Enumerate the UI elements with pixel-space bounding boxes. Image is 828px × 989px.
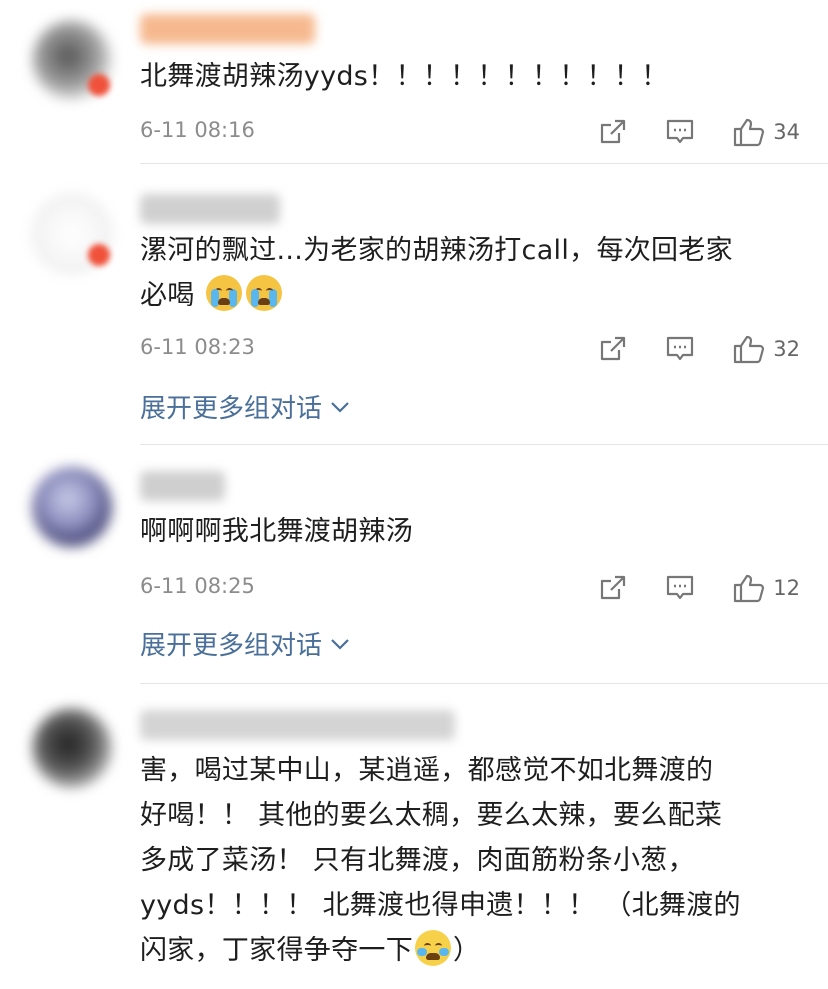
avatar[interactable] <box>32 467 112 547</box>
crying-emoji-icon <box>205 275 242 311</box>
thumbs-up-icon <box>734 118 765 147</box>
laughing-tears-emoji-icon <box>415 930 451 966</box>
like-button[interactable]: 32 <box>733 334 800 364</box>
comment-text-segment: 闪家，丁家得争夺一下 <box>140 935 413 966</box>
share-icon <box>601 575 626 600</box>
share-button[interactable] <box>599 336 627 362</box>
comment-icon <box>667 119 694 144</box>
chevron-down-icon <box>331 638 349 650</box>
crying-emoji-icon <box>245 275 282 311</box>
comment-meta: 6-11 08:25 12 <box>140 568 800 608</box>
expand-replies-label: 展开更多组对话 <box>140 394 323 424</box>
comment-icon <box>667 575 694 600</box>
reply-button[interactable] <box>665 335 695 363</box>
comment-text-line: 好喝！！ 其他的要么太稠，要么太辣，要么配菜 <box>140 800 723 831</box>
share-button[interactable] <box>599 119 627 145</box>
comment-icon <box>667 336 694 361</box>
comment-actions: 12 <box>561 568 800 608</box>
like-count: 32 <box>773 337 800 361</box>
comment-text: 漯河的飘过...为老家的胡辣汤打call，每次回老家 必喝 <box>140 228 805 318</box>
comment-text-line: 害，喝过某中山，某逍遥，都感觉不如北舞渡的 <box>140 755 714 786</box>
comment-text-line: 必喝 <box>140 273 805 318</box>
comment-meta: 6-11 08:16 34 <box>140 112 800 152</box>
verified-badge-icon <box>88 244 110 266</box>
comment-time: 6-11 08:25 <box>140 574 255 598</box>
avatar[interactable] <box>32 708 112 788</box>
comment-text-line: 闪家，丁家得争夺一下 ） <box>140 928 805 973</box>
nickname[interactable] <box>140 710 455 740</box>
comment-actions: 34 <box>561 112 800 152</box>
reply-button[interactable] <box>665 574 695 602</box>
share-icon <box>601 119 626 144</box>
chevron-down-icon <box>331 401 349 413</box>
comment-text: 北舞渡胡辣汤yyds！！！！！！！！！！！ <box>140 61 669 92</box>
like-count: 12 <box>773 576 800 600</box>
comment-actions: 32 <box>561 329 800 369</box>
comment-text-line: yyds！！！！ 北舞渡也得申遗！！！ （北舞渡的 <box>140 890 741 921</box>
comment-text: 害，喝过某中山，某逍遥，都感觉不如北舞渡的 好喝！！ 其他的要么太稠，要么太辣，… <box>140 748 805 973</box>
comment-text-tail: 必喝 <box>140 280 195 311</box>
comment-time: 6-11 08:16 <box>140 118 255 142</box>
like-count: 34 <box>773 120 800 144</box>
comment-text-line: 漯河的飘过...为老家的胡辣汤打call，每次回老家 <box>140 235 733 266</box>
like-button[interactable]: 12 <box>733 573 800 603</box>
expand-replies-label: 展开更多组对话 <box>140 631 323 661</box>
nickname[interactable] <box>140 14 315 44</box>
like-button[interactable]: 34 <box>733 117 800 147</box>
reply-button[interactable] <box>665 118 695 146</box>
comment-text: 啊啊啊我北舞渡胡辣汤 <box>140 516 413 547</box>
divider <box>140 163 828 164</box>
nickname[interactable] <box>140 194 280 224</box>
expand-replies-link[interactable]: 展开更多组对话 <box>140 625 350 662</box>
comment-text-line: 多成了菜汤！ 只有北舞渡，肉面筋粉条小葱， <box>140 845 695 876</box>
share-icon <box>601 336 626 361</box>
thumbs-up-icon <box>734 574 765 603</box>
comment-time: 6-11 08:23 <box>140 335 255 359</box>
comment-meta: 6-11 08:23 32 <box>140 329 800 369</box>
thumbs-up-icon <box>734 335 765 364</box>
comment-text-tail: ） <box>453 935 481 966</box>
expand-replies-link[interactable]: 展开更多组对话 <box>140 388 350 425</box>
divider <box>140 444 828 445</box>
verified-badge-icon <box>88 74 110 96</box>
share-button[interactable] <box>599 575 627 601</box>
nickname[interactable] <box>140 471 225 501</box>
divider <box>140 683 828 684</box>
